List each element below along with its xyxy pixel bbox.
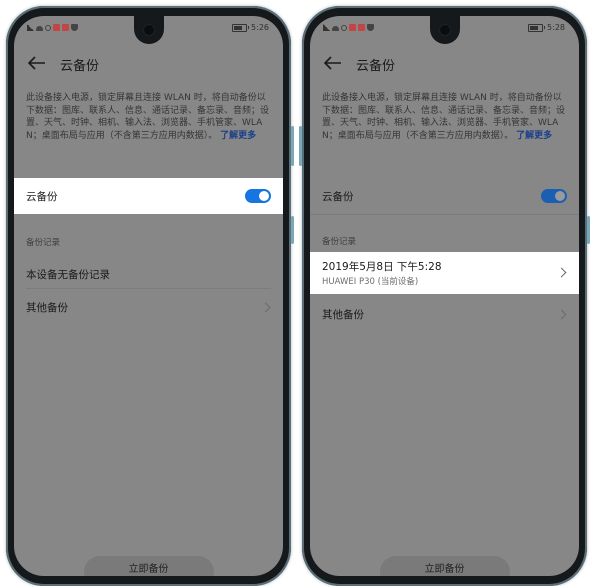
backup-record-device: HUAWEI P30 (当前设备) [322,277,419,287]
other-backups-row[interactable]: 其他备份 [14,292,283,322]
camera-icon [438,24,451,36]
power-button [587,216,590,244]
title-bar: 云备份 [14,48,283,78]
chevron-right-icon [260,302,271,313]
app-notification-icon [53,24,60,31]
shield-icon [71,24,78,31]
no-records-row: 本设备无备份记录 [14,260,283,290]
volume-button [291,126,294,166]
battery-icon [528,23,546,32]
divider [310,214,579,215]
cloud-backup-toggle[interactable] [245,189,271,203]
divider [26,288,271,289]
back-arrow-icon[interactable] [324,56,342,70]
settings-icon [341,24,347,31]
app-notification-icon [358,24,365,31]
learn-more-link[interactable]: 了解更多 [220,131,256,141]
toggle-knob [259,191,269,201]
cloud-backup-row[interactable]: 云备份 [14,178,283,214]
back-arrow-icon[interactable] [28,56,46,70]
shield-icon [367,24,374,31]
phone-left: 5:26 云备份 此设备接入电源，锁定屏幕且连接 WLAN 时，将自动备份以下数… [6,6,294,586]
status-right: 5:28 [528,23,565,32]
app-notification-icon [349,24,356,31]
cloud-icon [36,26,43,31]
cloud-backup-label: 云备份 [322,190,354,203]
screen-right: 5:28 云备份 此设备接入电源，锁定屏幕且连接 WLAN 时，将自动备份以下数… [310,16,579,576]
battery-icon [232,23,250,32]
other-backups-row[interactable]: 其他备份 [310,300,579,330]
title-bar: 云备份 [310,48,579,78]
volume-button [299,126,302,166]
chevron-right-icon [556,309,567,320]
camera-icon [142,24,155,36]
cloud-backup-toggle[interactable] [541,189,567,203]
signal-icon [27,24,34,31]
backup-record-item[interactable]: 2019年5月8日 下午5:28 HUAWEI P30 (当前设备) [310,252,579,294]
other-backups-label: 其他备份 [322,309,364,321]
no-records-text: 本设备无备份记录 [26,269,110,281]
clock: 5:28 [547,23,565,32]
backup-record-date: 2019年5月8日 下午5:28 [322,261,442,273]
page-title: 云备份 [60,59,100,74]
signal-icon [323,24,330,31]
backup-description: 此设备接入电源，锁定屏幕且连接 WLAN 时，将自动备份以下数据：图库、联系人、… [26,92,274,142]
status-icons [323,24,374,31]
toggle-knob [555,191,565,201]
cloud-icon [332,26,339,31]
cloud-backup-label: 云备份 [26,190,58,203]
settings-icon [45,24,51,31]
clock: 5:26 [251,23,269,32]
records-header: 备份记录 [26,238,61,248]
backup-now-button[interactable]: 立即备份 [83,556,214,576]
status-right: 5:26 [232,23,269,32]
cloud-backup-row[interactable]: 云备份 [310,178,579,214]
power-button [291,216,294,244]
screen-left: 5:26 云备份 此设备接入电源，锁定屏幕且连接 WLAN 时，将自动备份以下数… [14,16,283,576]
other-backups-label: 其他备份 [26,302,68,314]
page-title: 云备份 [356,59,396,74]
status-icons [27,24,78,31]
learn-more-link[interactable]: 了解更多 [516,131,552,141]
phone-right: 5:28 云备份 此设备接入电源，锁定屏幕且连接 WLAN 时，将自动备份以下数… [299,6,590,586]
backup-description: 此设备接入电源，锁定屏幕且连接 WLAN 时，将自动备份以下数据：图库、联系人、… [322,92,570,142]
app-notification-icon [62,24,69,31]
chevron-right-icon [556,267,567,278]
backup-now-button[interactable]: 立即备份 [379,556,510,576]
records-header: 备份记录 [322,237,357,247]
